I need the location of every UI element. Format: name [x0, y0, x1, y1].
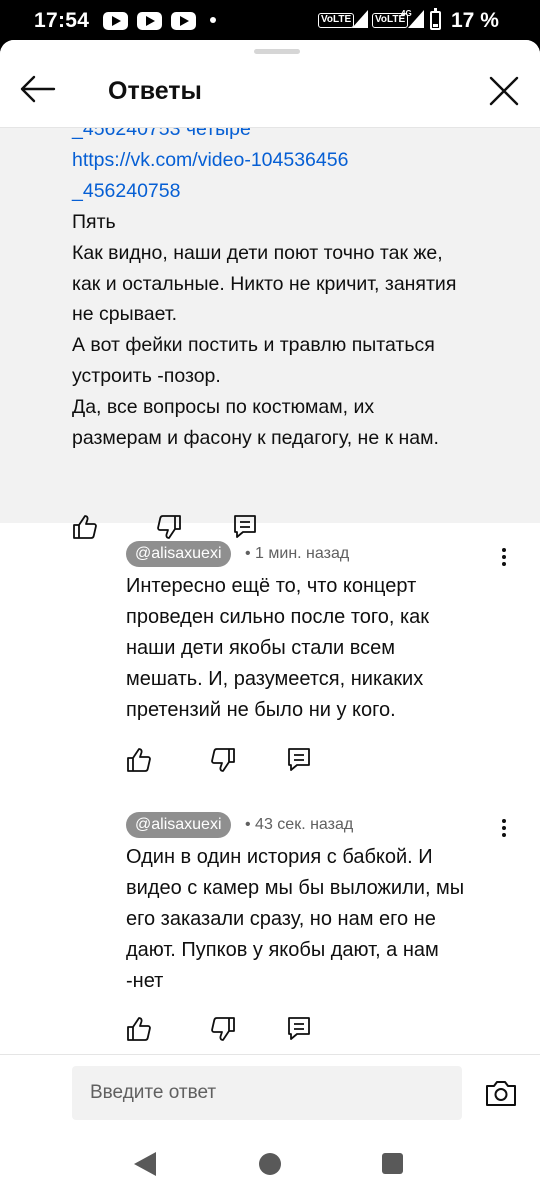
comment-line: Один в один история с бабкой. И — [126, 846, 433, 868]
sheet-header: Ответы — [0, 40, 540, 128]
comment-timestamp: • 43 сек. назад — [245, 816, 354, 833]
youtube-icon — [103, 12, 128, 30]
youtube-icon — [171, 12, 196, 30]
author-handle[interactable]: @alisaxuexi — [126, 541, 231, 567]
close-button[interactable] — [486, 73, 522, 109]
more-options-button[interactable] — [494, 544, 514, 570]
camera-button[interactable] — [484, 1078, 518, 1108]
comment-line: видео с камер мы бы выложили, мы — [126, 877, 465, 899]
thumb-up-icon — [73, 515, 97, 539]
comment-line: мешать. И, разумеется, никаких — [126, 668, 424, 690]
comment-line: его заказали сразу, но нам его не — [126, 908, 436, 930]
system-nav-bar — [0, 1140, 540, 1200]
thumb-down-icon — [211, 748, 235, 772]
reply-button[interactable] — [286, 746, 312, 772]
nav-home-icon[interactable] — [259, 1153, 281, 1175]
comment-line: не срывает. — [72, 303, 178, 326]
status-time: 17:54 — [34, 9, 90, 32]
close-icon — [489, 76, 519, 106]
battery-icon — [430, 8, 441, 30]
parent-comment: _456240753 четыре https://vk.com/video-1… — [0, 100, 540, 539]
reply-text: Один в один история с бабкой. И видео с … — [126, 842, 516, 997]
comment-line: А вот фейки постить и травлю пытаться — [72, 334, 435, 357]
comment-line: размерам и фасону к педагогу, не к нам. — [72, 427, 439, 450]
comment-line: -нет — [126, 970, 164, 992]
status-bar: 17:54 VoLTE VoLTE 4G 17 % — [0, 0, 540, 40]
parent-comment-text: _456240753 четыре https://vk.com/video-1… — [72, 114, 512, 454]
thumb-up-icon — [127, 1017, 151, 1041]
nav-recents-icon[interactable] — [382, 1153, 403, 1174]
comment-line: Пять — [72, 210, 116, 233]
signal-icon — [352, 10, 368, 28]
reply-input-bar — [0, 1054, 540, 1140]
reply-input[interactable] — [72, 1066, 462, 1120]
comment-line: наши дети якобы стали всем — [126, 637, 396, 659]
comment-reply-icon — [288, 748, 310, 771]
dislike-button[interactable] — [210, 1016, 236, 1042]
comment-reply-icon — [288, 1017, 310, 1040]
signal-icon — [408, 10, 424, 28]
replies-sheet: Ответы _456240753 четыре https://vk.com/… — [0, 40, 540, 1200]
nav-back-icon[interactable] — [134, 1152, 156, 1176]
thumb-up-icon — [127, 748, 151, 772]
comment-line: проведен сильно после того, как — [126, 606, 430, 628]
battery-percent: 17 % — [451, 9, 499, 32]
like-button[interactable] — [126, 747, 152, 773]
dislike-button[interactable] — [210, 747, 236, 773]
comment-line: Да, все вопросы по костюмам, их — [72, 396, 375, 419]
camera-icon — [486, 1081, 516, 1106]
comment-line: претензий не было ни у кого. — [126, 699, 396, 721]
thumb-down-icon — [157, 515, 181, 539]
page-title: Ответы — [108, 77, 202, 105]
comment-line: Как видно, наши дети поют точно так же, — [72, 241, 443, 264]
comment-line: дают. Пупков у якобы дают, а нам — [126, 939, 439, 961]
comment-link[interactable]: https://vk.com/video-104536456 — [72, 145, 512, 176]
reply-button[interactable] — [232, 513, 258, 539]
drag-handle[interactable] — [254, 49, 300, 54]
back-button[interactable] — [18, 74, 56, 104]
reply-text: Интересно ещё то, что концерт проведен с… — [126, 571, 516, 726]
author-handle[interactable]: @alisaxuexi — [126, 812, 231, 838]
like-button[interactable] — [72, 514, 98, 540]
comment-link[interactable]: _456240758 — [72, 176, 512, 207]
comment-line: Интересно ещё то, что концерт — [126, 575, 417, 597]
reply-button[interactable] — [286, 1015, 312, 1041]
comment-reply-icon — [234, 515, 256, 538]
youtube-icon — [137, 12, 162, 30]
volte-icon: VoLTE — [318, 13, 355, 28]
more-notifications-icon — [210, 17, 216, 23]
like-button[interactable] — [126, 1016, 152, 1042]
more-options-button[interactable] — [494, 815, 514, 841]
comment-line: устроить -позор. — [72, 365, 221, 388]
thumb-down-icon — [211, 1017, 235, 1041]
comment-line: как и остальные. Никто не кричит, заняти… — [72, 272, 457, 295]
dislike-button[interactable] — [156, 514, 182, 540]
comment-timestamp: • 1 мин. назад — [245, 545, 350, 562]
arrow-left-icon — [20, 75, 56, 103]
